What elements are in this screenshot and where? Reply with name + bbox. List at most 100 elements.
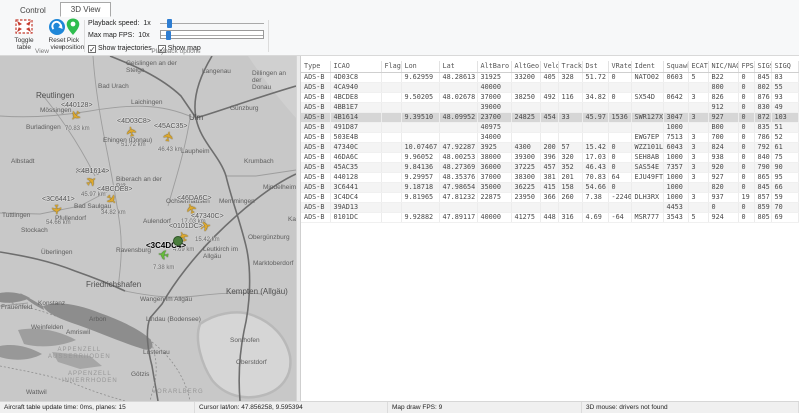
table-cell — [582, 83, 608, 93]
table-cell: 55 — [771, 83, 798, 93]
map-place-label: Kauf — [288, 216, 296, 223]
column-header-squawk[interactable]: Squawk — [663, 61, 688, 73]
status-section-1: Cursor lat/lon: 47.856258, 9.595394 — [195, 402, 388, 413]
table-cell: 0642 — [663, 93, 688, 103]
tab-control[interactable]: Control — [10, 4, 56, 17]
playback-speed-value: 1x — [143, 20, 150, 27]
table-row[interactable]: ADS-B39AD1344530085970 — [301, 203, 798, 213]
column-header-lat[interactable]: Lat — [439, 61, 477, 73]
column-header-sigq[interactable]: SIGQ — [771, 61, 798, 73]
column-header-altbaro[interactable]: AltBaro — [477, 61, 511, 73]
table-row[interactable]: ADS-B4BCDE89.5020548.0267837000382504921… — [301, 93, 798, 103]
column-header-type[interactable]: Type — [301, 61, 330, 73]
table-row[interactable]: ADS-B4B16149.3951048.0995223700248254543… — [301, 113, 798, 123]
status-bar: Aircraft table update time: 0ms, planes:… — [0, 401, 799, 413]
map-place-label: Albstadt — [11, 158, 35, 165]
column-header-dst[interactable]: Dst — [582, 61, 608, 73]
map-place-label: Langenau — [202, 68, 231, 75]
map-panel[interactable]: Geislingen an der SteigeLangenauDillinge… — [0, 56, 296, 401]
table-cell: 5 — [688, 73, 708, 83]
column-header-icao[interactable]: ICAO — [330, 61, 381, 73]
map-place-label: Friedrichshafen — [86, 281, 141, 288]
table-cell: 3 — [688, 93, 708, 103]
table-cell: 69 — [771, 213, 798, 223]
table-cell: 1000 — [663, 183, 688, 193]
column-header-velo[interactable]: Velo — [540, 61, 558, 73]
table-cell: 3 — [688, 163, 708, 173]
table-cell: EWG7EP — [631, 133, 663, 143]
table-cell: 0 — [738, 73, 754, 83]
table-cell: 48.35376 — [439, 173, 477, 183]
column-header-lon[interactable]: Lon — [401, 61, 439, 73]
tab-3d-view[interactable]: 3D View — [60, 2, 112, 17]
aircraft-distance-label: 51.72 km — [121, 142, 146, 148]
max-map-fps-value: 10x — [138, 32, 149, 39]
table-cell: 4300 — [511, 143, 540, 153]
table-row[interactable]: ADS-B4D03C89.6295948.2861331925332004053… — [301, 73, 798, 83]
table-cell: DLH3RX — [631, 193, 663, 203]
map-place-label: Mindelheim — [263, 184, 296, 191]
playback-speed-slider-handle[interactable] — [167, 19, 172, 28]
picked-position-marker[interactable] — [173, 236, 183, 246]
table-cell: 381 — [540, 173, 558, 183]
table-cell: 457 — [540, 163, 558, 173]
playback-speed-slider[interactable] — [160, 21, 264, 26]
table-row[interactable]: ADS-B4401289.2995748.3537637000383003812… — [301, 173, 798, 183]
column-header-ecat[interactable]: ECAT — [688, 61, 708, 73]
table-row[interactable]: ADS-B3C64419.1871847.9865435000362254151… — [301, 183, 798, 193]
table-cell — [582, 123, 608, 133]
column-header-sigs[interactable]: SIGS — [754, 61, 771, 73]
table-cell — [381, 183, 401, 193]
column-header-flags[interactable]: Flags — [381, 61, 401, 73]
table-cell: 61 — [771, 143, 798, 153]
table-cell: 405 — [540, 73, 558, 83]
table-cell: WZZ101L — [631, 143, 663, 153]
table-row[interactable]: ADS-B46DA6C9.9605248.0025338000393003963… — [301, 153, 798, 163]
column-header-fps[interactable]: FPS — [738, 61, 754, 73]
table-row[interactable]: ADS-B47340C10.0746747.922873925430020057… — [301, 143, 798, 153]
table-cell: 40975 — [477, 123, 511, 133]
table-cell — [401, 103, 439, 113]
table-cell — [631, 203, 663, 213]
table-cell — [381, 113, 401, 123]
table-cell: 0 — [708, 203, 738, 213]
table-cell: 47.92287 — [439, 143, 477, 153]
map-place-label: APPENZELL AUSSERRHODEN — [48, 347, 111, 361]
group-separator — [84, 20, 85, 52]
map-place-label: Obergünzburg — [248, 234, 290, 241]
table-row[interactable]: ADS-B45AC359.8413648.2736936000372254573… — [301, 163, 798, 173]
table-cell: 4BB1E7 — [330, 103, 381, 113]
table-cell: 37000 — [477, 173, 511, 183]
toggle-table-icon — [14, 18, 34, 36]
aircraft-icao-label: <45AC35> — [154, 123, 187, 130]
table-cell: 22875 — [477, 193, 511, 203]
map-place-label: Laupheim — [181, 148, 210, 155]
table-cell — [439, 133, 477, 143]
ribbon: Control3D View Toggle table Reset view — [0, 0, 799, 56]
table-cell: 39300 — [511, 153, 540, 163]
max-map-fps-slider-handle[interactable] — [166, 31, 171, 40]
table-cell: SEH8AB — [631, 153, 663, 163]
table-cell: 23700 — [477, 113, 511, 123]
map-place-label: Wangen im Allgäu — [140, 296, 192, 303]
column-header-nic-nac[interactable]: NIC/NAC — [708, 61, 738, 73]
map-place-label: Lindau (Bodensee) — [146, 316, 201, 323]
column-header-track[interactable]: Track — [558, 61, 582, 73]
column-header-altgeo[interactable]: AltGeo — [511, 61, 540, 73]
column-header-vrate[interactable]: VRate — [608, 61, 631, 73]
table-cell — [401, 123, 439, 133]
max-map-fps-slider[interactable] — [160, 30, 264, 39]
table-row[interactable]: ADS-B503E4B34000EWG7EP75133700078652 — [301, 133, 798, 143]
table-cell: 865 — [754, 173, 771, 183]
table-cell: 826 — [708, 93, 738, 103]
table-row[interactable]: ADS-B4BB1E739000912083049 — [301, 103, 798, 113]
column-header-ident[interactable]: Ident — [631, 61, 663, 73]
table-cell — [401, 203, 439, 213]
table-row[interactable]: ADS-B4CA94040000800080255 — [301, 83, 798, 93]
table-cell: 3925 — [477, 143, 511, 153]
table-cell: B00 — [708, 123, 738, 133]
table-row[interactable]: ADS-B0101DC9.9288247.8911740000412754483… — [301, 213, 798, 223]
table-row[interactable]: ADS-B3C4DC49.8196547.8123222875239503662… — [301, 193, 798, 203]
table-row[interactable]: ADS-B491D87409751000B00083551 — [301, 123, 798, 133]
table-cell: B22 — [708, 73, 738, 83]
